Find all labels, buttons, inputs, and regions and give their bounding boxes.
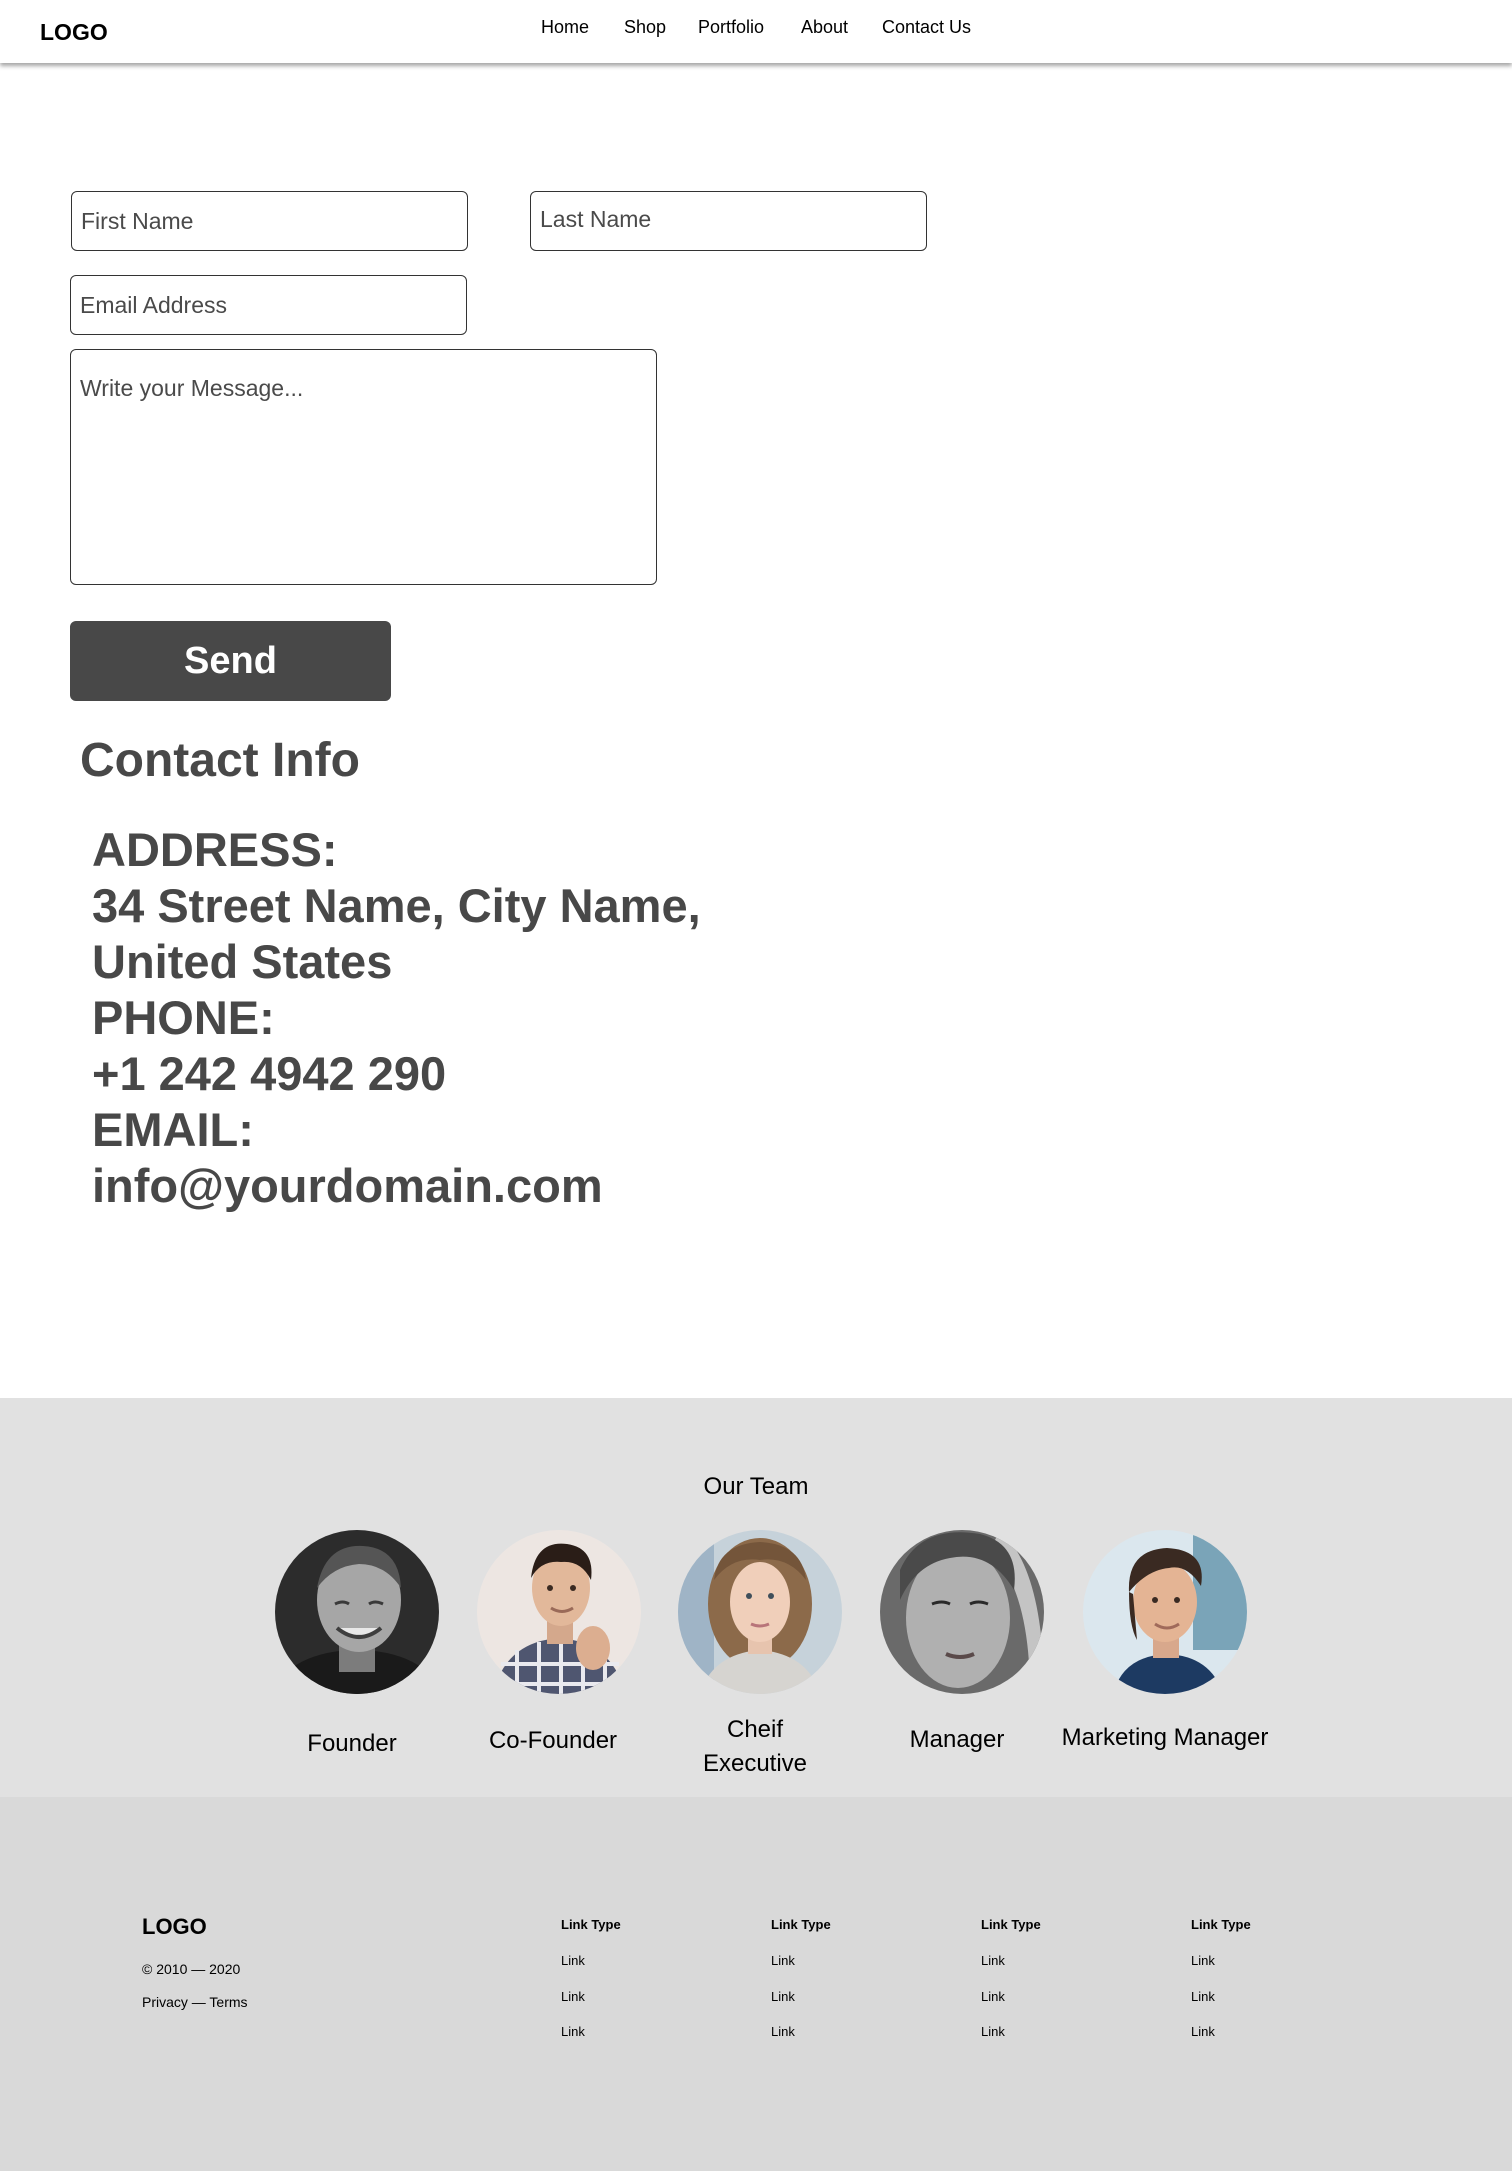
email-label: EMAIL: xyxy=(92,1103,254,1156)
footer-link[interactable]: Link xyxy=(771,1989,831,2025)
nav-portfolio[interactable]: Portfolio xyxy=(698,17,764,38)
chief-executive-role: Cheif Executive xyxy=(680,1713,830,1781)
nav-home[interactable]: Home xyxy=(541,17,589,38)
message-placeholder: Write your Message... xyxy=(80,375,304,401)
email-placeholder: Email Address xyxy=(80,292,228,318)
team-title: Our Team xyxy=(703,1473,809,1500)
footer-link[interactable]: Link xyxy=(771,2024,831,2060)
message-field[interactable]: Write your Message... xyxy=(70,349,657,585)
footer-logo[interactable]: LOGO xyxy=(142,1914,207,1940)
team-section: Our Team Founder Co-Founder Cheif Execut… xyxy=(0,1398,1512,1797)
nav-shop[interactable]: Shop xyxy=(624,17,666,38)
footer-link[interactable]: Link xyxy=(561,1989,621,2025)
first-name-placeholder: First Name xyxy=(81,208,194,234)
footer-column-3: Link Type Link Link Link xyxy=(981,1917,1041,2060)
co-founder-role: Co-Founder xyxy=(488,1727,618,1754)
footer-link[interactable]: Link xyxy=(771,1953,831,1989)
manager-role: Manager xyxy=(909,1726,1005,1753)
chief-executive-role-line-2: Executive xyxy=(702,1750,808,1777)
first-name-field[interactable]: First Name xyxy=(71,191,468,251)
header-logo[interactable]: LOGO xyxy=(40,19,108,46)
site-header: LOGO Home Shop Portfolio About Contact U… xyxy=(0,0,1512,63)
founder-role: Founder xyxy=(307,1730,397,1757)
contact-info-title: Contact Info xyxy=(80,734,360,787)
last-name-field[interactable]: Last Name xyxy=(530,191,927,251)
footer-privacy-terms[interactable]: Privacy — Terms xyxy=(142,1994,248,2010)
nav-contact-us[interactable]: Contact Us xyxy=(882,17,971,38)
last-name-placeholder: Last Name xyxy=(540,206,652,232)
send-button[interactable]: Send xyxy=(70,621,391,701)
manager-photo xyxy=(880,1530,1044,1694)
footer-link[interactable]: Link xyxy=(561,1953,621,1989)
email-value: info@yourdomain.com xyxy=(92,1159,603,1212)
footer-column-4: Link Type Link Link Link xyxy=(1191,1917,1251,2060)
site-footer: LOGO © 2010 — 2020 Privacy — Terms Link … xyxy=(0,1797,1512,2171)
footer-column-heading: Link Type xyxy=(561,1917,621,1932)
footer-column-heading: Link Type xyxy=(1191,1917,1251,1932)
founder-photo xyxy=(275,1530,439,1694)
footer-link[interactable]: Link xyxy=(1191,1989,1251,2025)
marketing-manager-photo xyxy=(1083,1530,1247,1694)
footer-link[interactable]: Link xyxy=(1191,2024,1251,2060)
footer-link[interactable]: Link xyxy=(561,2024,621,2060)
phone-label: PHONE: xyxy=(92,991,275,1044)
address-line-1: 34 Street Name, City Name, xyxy=(92,879,701,932)
footer-link[interactable]: Link xyxy=(981,1953,1041,1989)
contact-details: ADDRESS: 34 Street Name, City Name, Unit… xyxy=(92,822,701,1214)
email-field[interactable]: Email Address xyxy=(70,275,467,335)
footer-link[interactable]: Link xyxy=(981,2024,1041,2060)
phone-value: +1 242 4942 290 xyxy=(92,1047,447,1100)
co-founder-photo xyxy=(477,1530,641,1694)
chief-executive-role-line-1: Cheif xyxy=(726,1716,784,1743)
nav-about[interactable]: About xyxy=(801,17,848,38)
footer-copyright: © 2010 — 2020 xyxy=(142,1961,241,1977)
footer-column-heading: Link Type xyxy=(771,1917,831,1932)
address-line-2: United States xyxy=(92,935,393,988)
marketing-manager-role: Marketing Manager xyxy=(1061,1724,1269,1751)
footer-link[interactable]: Link xyxy=(981,1989,1041,2025)
footer-column-1: Link Type Link Link Link xyxy=(561,1917,621,2060)
footer-link[interactable]: Link xyxy=(1191,1953,1251,1989)
footer-column-heading: Link Type xyxy=(981,1917,1041,1932)
footer-column-2: Link Type Link Link Link xyxy=(771,1917,831,2060)
address-label: ADDRESS: xyxy=(92,823,338,876)
chief-executive-photo xyxy=(678,1530,842,1694)
